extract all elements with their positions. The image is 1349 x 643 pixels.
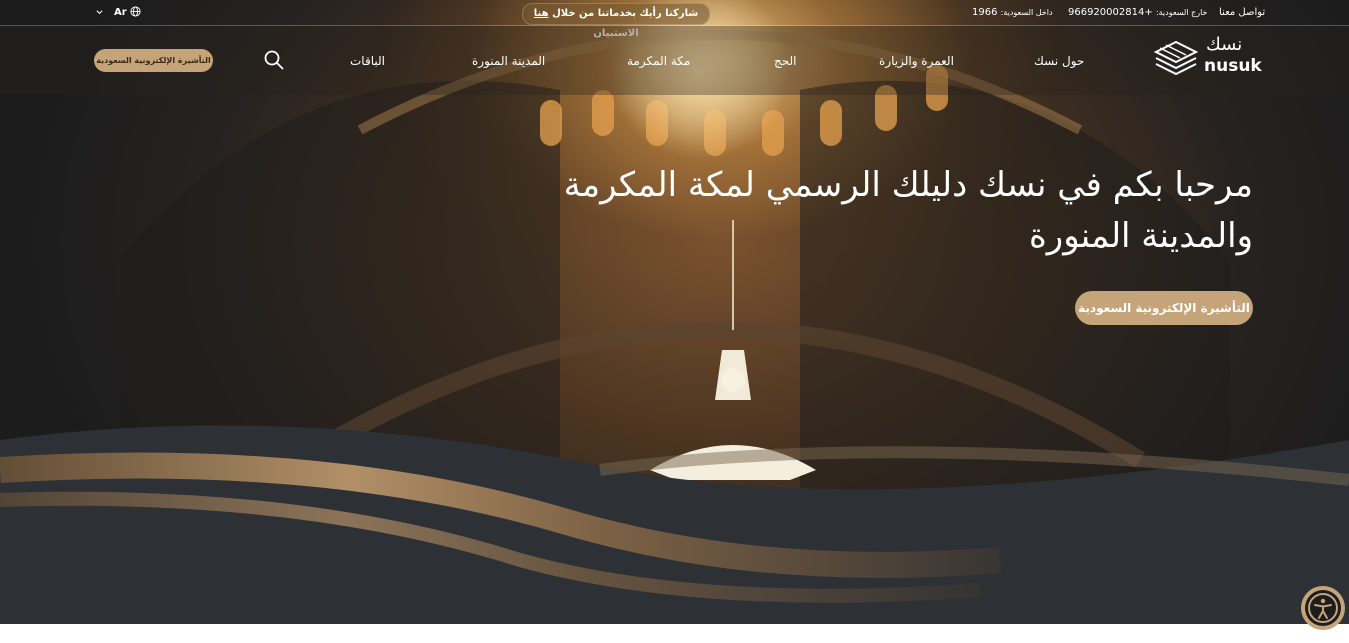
contact-link[interactable]: تواصل معنا: [1219, 7, 1265, 18]
logo-text-en: nusuk: [1204, 56, 1262, 76]
nav-item-makkah[interactable]: مكة المكرمة: [627, 54, 690, 68]
inside-phone-number: 1966: [972, 7, 998, 18]
hero-title: مرحبا بكم في نسك دليلك الرسمي لمكة المكر…: [533, 160, 1253, 262]
outside-phone-number: +966920002814: [1068, 7, 1153, 18]
feedback-banner[interactable]: شاركنا رأيك بخدماتنا من خلال هنا الاستبي…: [522, 3, 710, 39]
nav-item-madinah[interactable]: المدينة المنورة: [472, 54, 545, 68]
globe-icon[interactable]: [130, 6, 141, 20]
evisa-hero-button[interactable]: التأشيرة الإلكترونية السعودية: [1075, 291, 1253, 325]
inside-phone[interactable]: داخل السعودية: 1966: [972, 7, 1053, 18]
evisa-nav-button[interactable]: التأشيرة الإلكترونية السعودية: [94, 49, 213, 72]
outside-phone-label: خارج السعودية:: [1155, 8, 1208, 17]
nav-item-packages[interactable]: الباقات: [350, 54, 385, 68]
main-navbar: نسك nusuk حول نسك العمرة والزيارة الحج م…: [0, 26, 1349, 95]
language-selector[interactable]: Ar: [114, 7, 127, 18]
nav-item-about[interactable]: حول نسك: [1034, 54, 1084, 68]
feedback-link[interactable]: هنا: [534, 8, 549, 19]
feedback-text-pre: شاركنا رأيك بخدماتنا من خلال: [552, 8, 699, 19]
search-icon[interactable]: [264, 50, 284, 74]
nav-item-hajj[interactable]: الحج: [774, 54, 796, 68]
hero-title-line1: مرحبا بكم في نسك دليلك الرسمي لمكة المكر…: [563, 165, 1253, 205]
hero-section: تواصل معنا خارج السعودية: +966920002814 …: [0, 0, 1349, 624]
inside-phone-label: داخل السعودية:: [1000, 8, 1053, 17]
outside-phone[interactable]: خارج السعودية: +966920002814: [1068, 7, 1207, 18]
hero-title-line2: والمدينة المنورة: [1028, 216, 1253, 256]
nusuk-logo[interactable]: نسك nusuk: [1153, 34, 1262, 78]
top-utility-bar: تواصل معنا خارج السعودية: +966920002814 …: [0, 0, 1349, 39]
nav-item-umrah[interactable]: العمرة والزيارة: [879, 54, 954, 68]
accessibility-icon: [1305, 590, 1341, 626]
logo-text-ar: نسك: [1206, 34, 1243, 55]
accessibility-button[interactable]: [1301, 586, 1345, 630]
chevron-down-icon[interactable]: [96, 8, 103, 19]
